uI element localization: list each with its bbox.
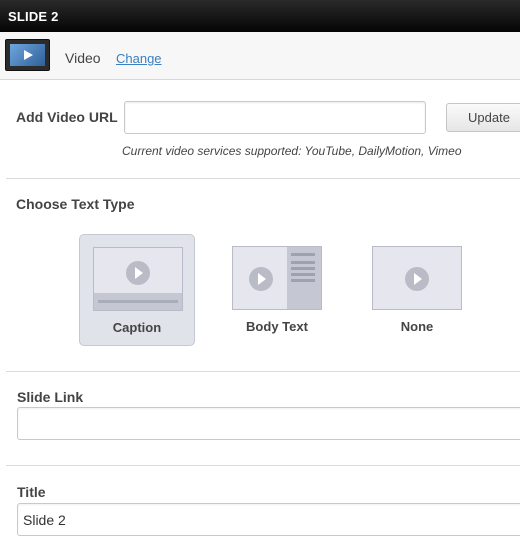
media-bar: Video Change bbox=[0, 32, 520, 80]
panel-title: SLIDE 2 bbox=[0, 0, 520, 32]
caption-layout-icon bbox=[93, 247, 183, 311]
play-icon bbox=[249, 267, 273, 291]
no-text-layout-icon bbox=[372, 246, 462, 310]
video-url-input[interactable] bbox=[124, 101, 426, 134]
slide-link-input[interactable] bbox=[17, 407, 520, 440]
play-icon bbox=[405, 267, 429, 291]
text-type-label: Choose Text Type bbox=[16, 196, 135, 212]
title-label: Title bbox=[17, 484, 46, 500]
divider bbox=[6, 465, 520, 466]
text-type-label-caption: Caption bbox=[112, 320, 162, 335]
divider bbox=[6, 178, 520, 179]
body-text-layout-icon bbox=[232, 246, 322, 310]
text-type-label-none: None bbox=[400, 319, 434, 334]
title-input[interactable] bbox=[17, 503, 520, 536]
text-type-label-body-text: Body Text bbox=[246, 319, 308, 334]
text-type-option-caption[interactable]: Caption bbox=[79, 234, 195, 346]
video-thumbnail-icon bbox=[5, 39, 50, 71]
change-media-link[interactable]: Change bbox=[116, 51, 162, 66]
text-type-option-none[interactable]: None bbox=[359, 234, 475, 346]
supported-services-note: Current video services supported: YouTub… bbox=[122, 144, 462, 158]
play-icon bbox=[126, 261, 150, 285]
media-type-label: Video bbox=[65, 50, 101, 66]
update-button[interactable]: Update bbox=[446, 103, 520, 132]
text-type-option-body-text[interactable]: Body Text bbox=[219, 234, 335, 346]
slide-link-label: Slide Link bbox=[17, 389, 84, 405]
divider bbox=[6, 371, 520, 372]
video-url-label: Add Video URL bbox=[16, 109, 118, 125]
